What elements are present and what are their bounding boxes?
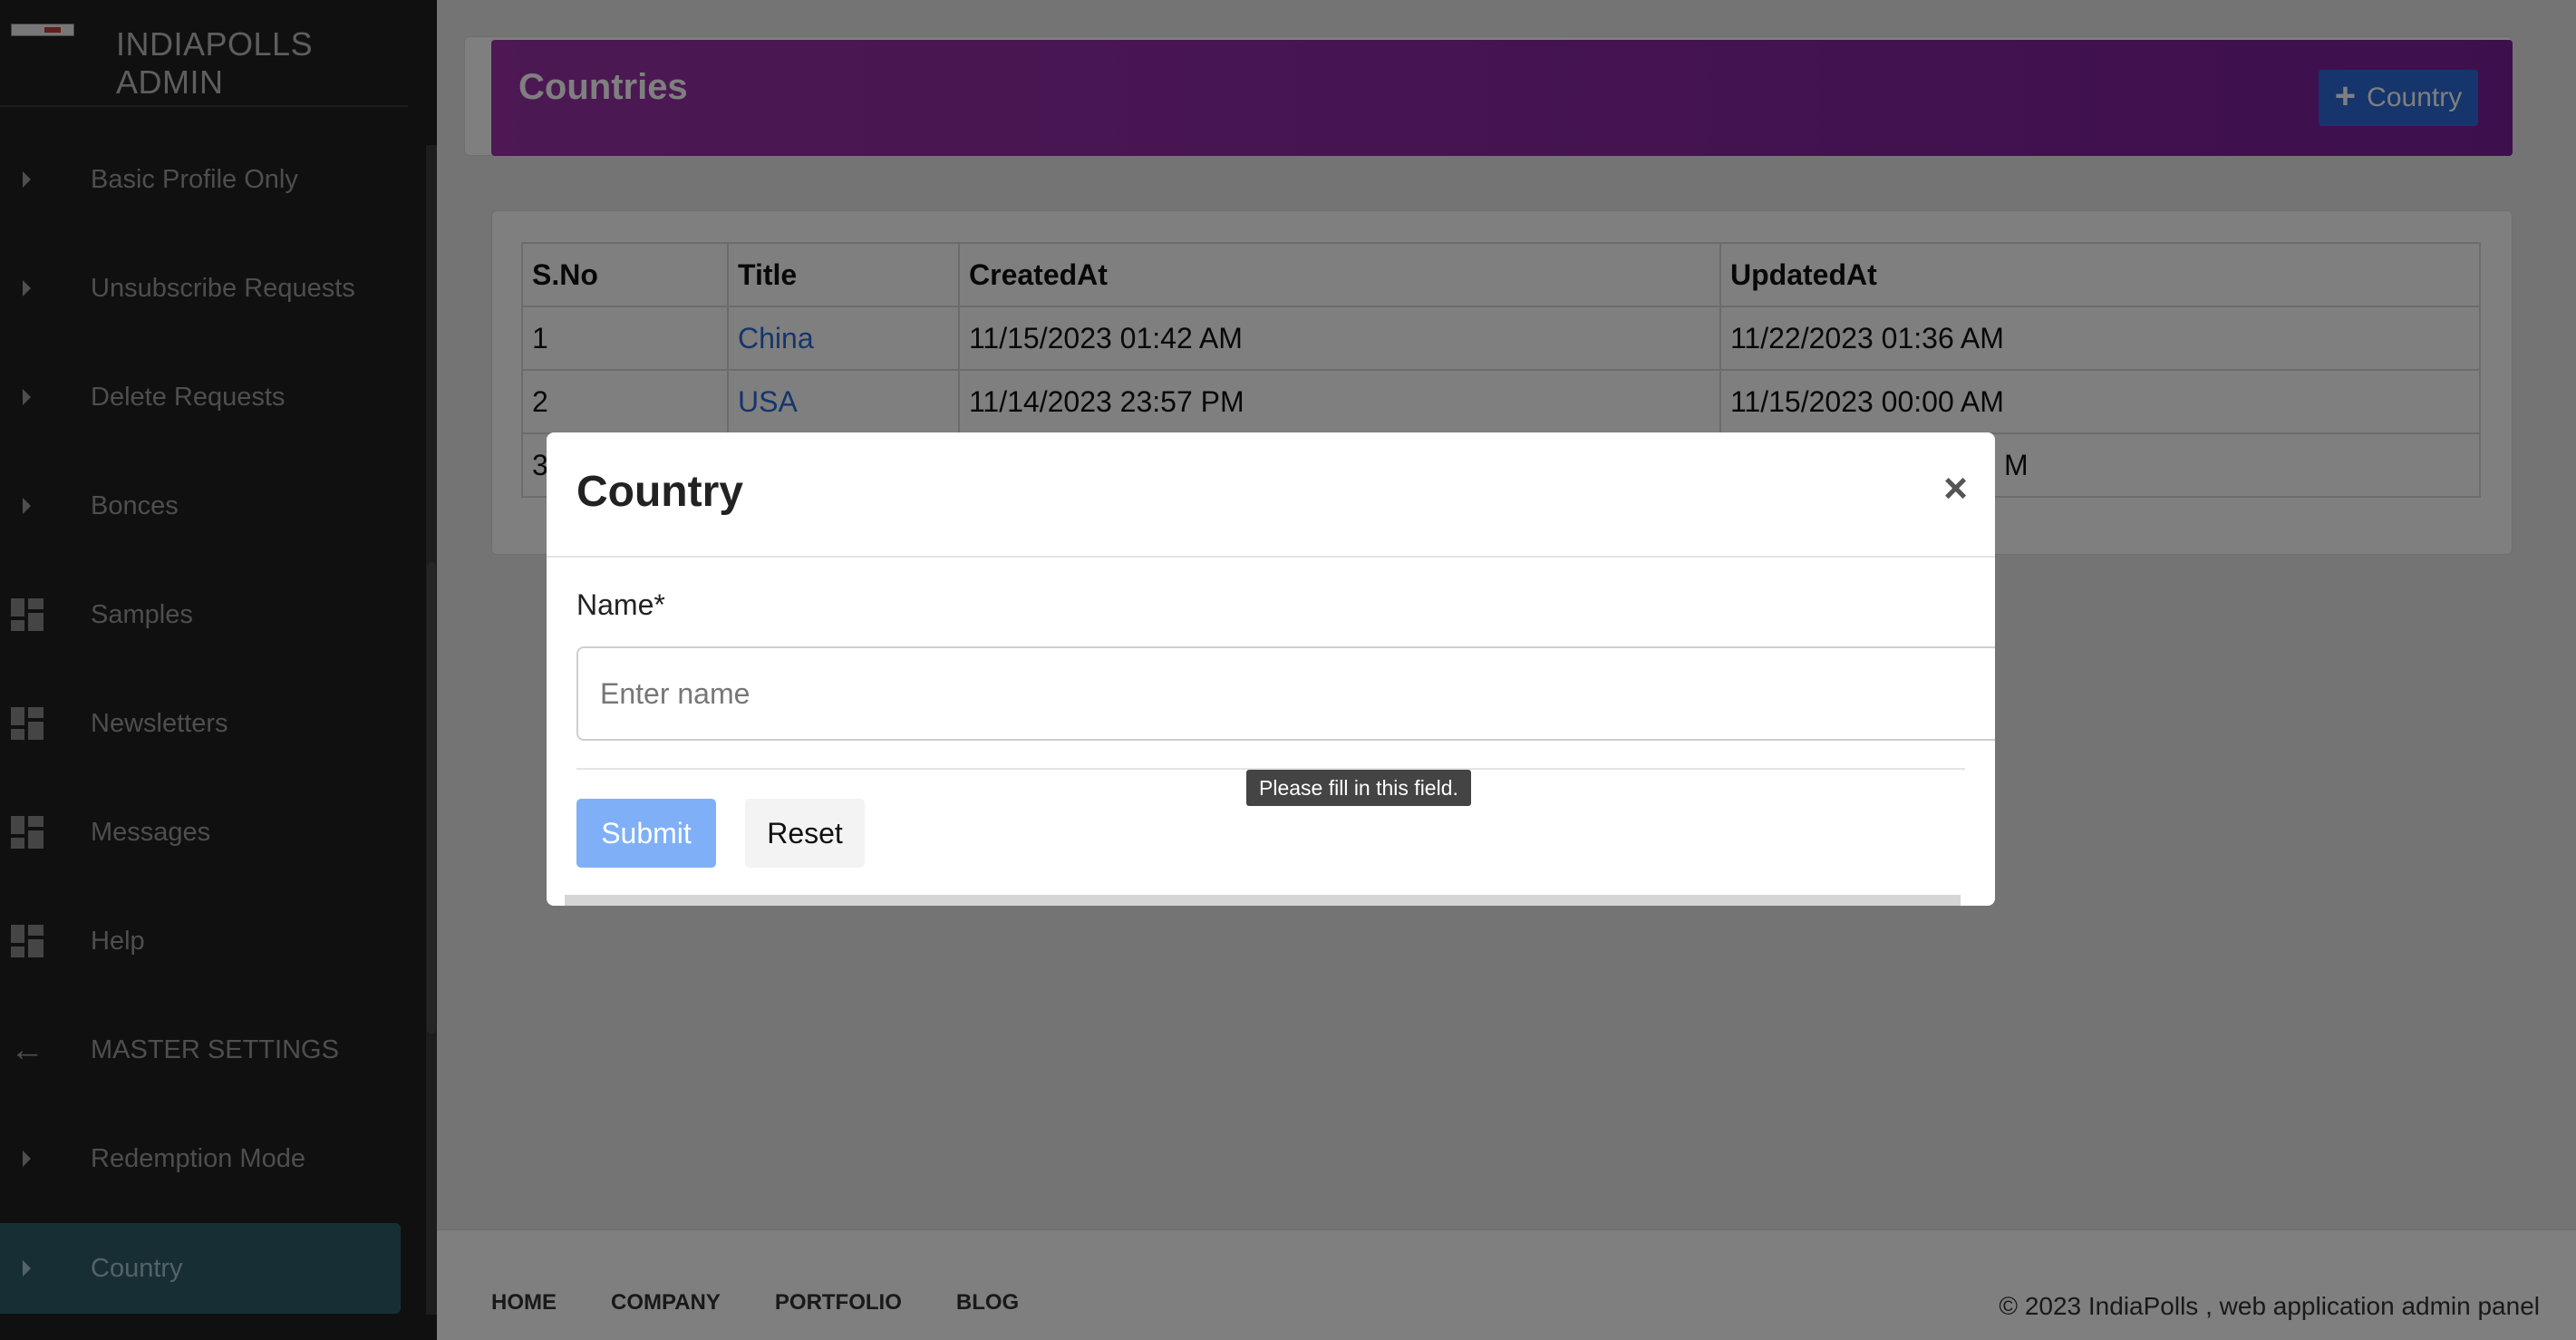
- validation-tooltip: Please fill in this field.: [1246, 770, 1471, 806]
- name-input[interactable]: [576, 646, 1995, 741]
- submit-button[interactable]: Submit: [576, 799, 716, 868]
- name-field-label: Name*: [576, 588, 665, 621]
- country-modal: Country × Name* Please fill in this fiel…: [547, 432, 1995, 906]
- modal-title: Country: [576, 468, 743, 516]
- modal-header: Country ×: [547, 432, 1995, 558]
- close-icon[interactable]: ×: [1943, 463, 1968, 512]
- reset-button[interactable]: Reset: [745, 799, 865, 868]
- modal-horizontal-scrollbar[interactable]: [565, 895, 1961, 906]
